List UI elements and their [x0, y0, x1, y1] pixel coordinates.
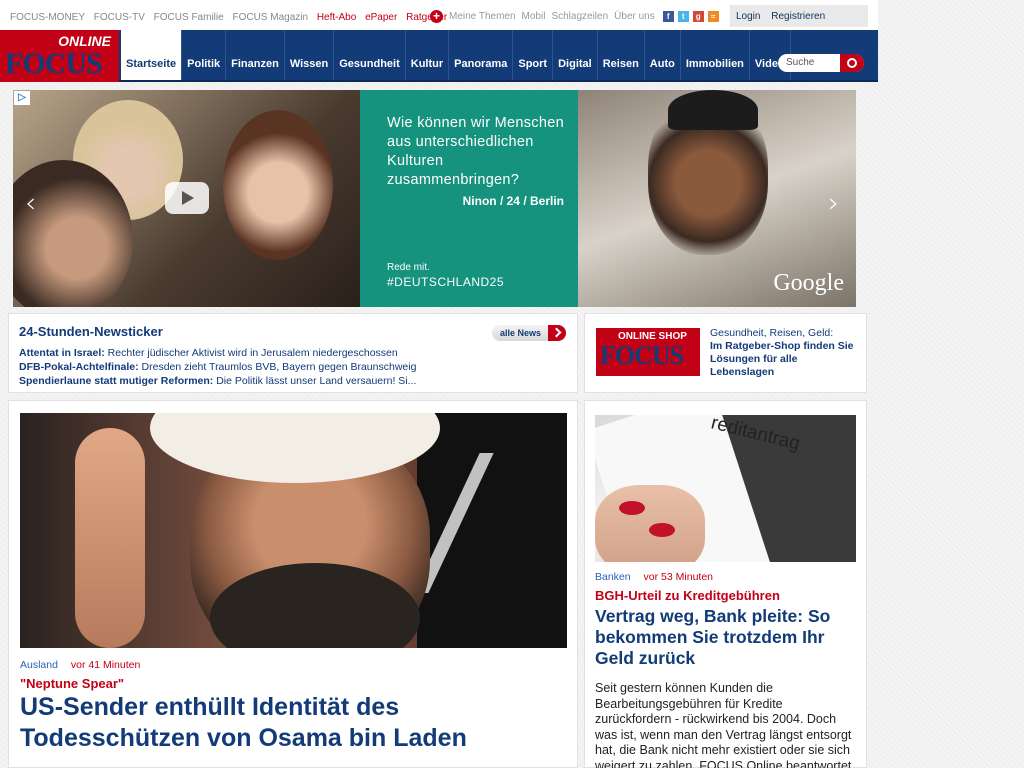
shop-logo-main: FOCUS	[600, 341, 684, 370]
banner-person: Ninon / 24 / Berlin	[462, 194, 564, 208]
lead-article-headline[interactable]: US-Sender enthüllt Identität des Todessc…	[20, 692, 540, 754]
side-article: reditantrag Banken vor 53 Minuten BGH-Ur…	[584, 400, 867, 768]
lead-article-kicker[interactable]: "Neptune Spear"	[20, 676, 124, 691]
focus-online-logo[interactable]: ONLINE FOCUS	[0, 30, 119, 82]
link-heft-abo[interactable]: Heft-Abo	[317, 12, 356, 23]
banner-text-panel: Wie können wir Menschen aus unterschiedl…	[360, 90, 578, 307]
all-news-button[interactable]: alle News	[492, 325, 566, 341]
banner-ad[interactable]: Wie können wir Menschen aus unterschiedl…	[13, 90, 856, 307]
register-link[interactable]: Registrieren	[771, 11, 825, 22]
newsticker-box: 24-Stunden-Newsticker alle News Attentat…	[8, 313, 578, 393]
side-article-meta: Banken vor 53 Minuten	[595, 571, 713, 583]
link-focus-tv[interactable]: FOCUS-TV	[94, 12, 145, 23]
link-mobil[interactable]: Mobil	[522, 11, 546, 22]
adchoices-icon[interactable]: ▷	[14, 91, 30, 105]
banner-rede: Rede mit.	[387, 262, 430, 273]
ticker-item[interactable]: Spendierlaune statt mutiger Reformen: Di…	[19, 375, 416, 387]
link-focus-familie[interactable]: FOCUS Familie	[154, 12, 224, 23]
nav-items: Startseite Politik Finanzen Wissen Gesun…	[121, 30, 791, 80]
banner-hashtag: #DEUTSCHLAND25	[387, 275, 505, 289]
search-icon[interactable]	[840, 54, 864, 72]
all-news-label: alle News	[500, 328, 542, 338]
nav-item-immobilien[interactable]: Immobilien	[681, 30, 750, 80]
social-icons: f t g ≈	[662, 11, 719, 22]
side-article-kicker[interactable]: BGH-Urteil zu Kreditgebühren	[595, 588, 780, 603]
twitter-icon[interactable]: t	[677, 11, 689, 22]
nav-item-digital[interactable]: Digital	[553, 30, 598, 80]
ticker-item[interactable]: DFB-Pokal-Achtelfinale: Dresden zieht Tr…	[19, 361, 416, 373]
utility-links: + Meine Themen Mobil Schlagzeilen Über u…	[430, 10, 719, 23]
shop-text[interactable]: Gesundheit, Reisen, Geld: Im Ratgeber-Sh…	[710, 327, 860, 379]
facebook-icon[interactable]: f	[662, 11, 674, 22]
nav-item-startseite[interactable]: Startseite	[121, 30, 183, 80]
nav-item-auto[interactable]: Auto	[645, 30, 681, 80]
banner-question: Wie können wir Menschen aus unterschiedl…	[387, 115, 564, 188]
network-links: FOCUS-MONEY FOCUS-TV FOCUS Familie FOCUS…	[10, 12, 453, 23]
lead-article-meta: Ausland vor 41 Minuten	[20, 659, 140, 671]
ticker-item[interactable]: Attentat in Israel: Rechter jüdischer Ak…	[19, 347, 398, 359]
side-article-time: vor 53 Minuten	[643, 571, 714, 583]
nav-item-wissen[interactable]: Wissen	[285, 30, 335, 80]
link-ueber-uns[interactable]: Über uns	[614, 11, 655, 22]
banner-photo-man: Google	[578, 90, 856, 307]
banner-call-to-action: Rede mit. #DEUTSCHLAND25	[387, 260, 504, 291]
side-article-image[interactable]: reditantrag	[595, 415, 856, 562]
lead-article: Ausland vor 41 Minuten "Neptune Spear" U…	[8, 400, 578, 768]
lead-article-time: vor 41 Minuten	[70, 659, 141, 671]
nav-item-politik[interactable]: Politik	[182, 30, 227, 80]
nav-item-panorama[interactable]: Panorama	[449, 30, 514, 80]
rss-icon[interactable]: ≈	[707, 11, 719, 22]
focus-shop-logo[interactable]: ONLINE SHOP FOCUS	[596, 328, 700, 376]
nav-item-finanzen[interactable]: Finanzen	[226, 30, 285, 80]
chevron-right-icon	[548, 325, 566, 341]
link-schlagzeilen[interactable]: Schlagzeilen	[551, 11, 608, 22]
arrow-left-icon[interactable]: ‹	[25, 186, 36, 219]
lead-article-category[interactable]: Ausland	[20, 659, 58, 671]
google-logo: Google	[773, 270, 844, 296]
shop-teaser[interactable]: ONLINE SHOP FOCUS Gesundheit, Reisen, Ge…	[584, 313, 867, 393]
arrow-right-icon[interactable]: ›	[828, 186, 839, 219]
shop-line-2: Im Ratgeber-Shop finden Sie Lösungen für…	[710, 340, 854, 378]
nav-item-kultur[interactable]: Kultur	[406, 30, 450, 80]
search-placeholder: Suche	[786, 57, 815, 68]
shop-line-1: Gesundheit, Reisen, Geld:	[710, 327, 834, 339]
link-focus-money[interactable]: FOCUS-MONEY	[10, 12, 85, 23]
search-input[interactable]: Suche	[778, 54, 864, 72]
side-article-headline[interactable]: Vertrag weg, Bank pleite: So bekommen Si…	[595, 606, 860, 669]
main-navigation: ONLINE FOCUS Startseite Politik Finanzen…	[0, 30, 878, 82]
nav-item-gesundheit[interactable]: Gesundheit	[334, 30, 406, 80]
login-link[interactable]: Login	[736, 11, 760, 22]
play-icon[interactable]	[165, 182, 209, 214]
nav-item-reisen[interactable]: Reisen	[598, 30, 645, 80]
add-icon[interactable]: +	[430, 10, 443, 23]
logo-focus-text: FOCUS	[5, 47, 103, 80]
newsticker-title[interactable]: 24-Stunden-Newsticker	[19, 324, 163, 339]
link-epaper[interactable]: ePaper	[365, 12, 397, 23]
top-bar: FOCUS-MONEY FOCUS-TV FOCUS Familie FOCUS…	[0, 0, 878, 30]
lead-article-image[interactable]	[20, 413, 567, 648]
link-meine-themen[interactable]: Meine Themen	[449, 11, 516, 22]
account-box: Login Registrieren	[730, 5, 868, 27]
side-article-category[interactable]: Banken	[595, 571, 631, 583]
nav-item-sport[interactable]: Sport	[513, 30, 554, 80]
side-article-teaser: Seit gestern können Kunden die Bearbeitu…	[595, 681, 852, 768]
googleplus-icon[interactable]: g	[692, 11, 704, 22]
link-focus-magazin[interactable]: FOCUS Magazin	[232, 12, 308, 23]
